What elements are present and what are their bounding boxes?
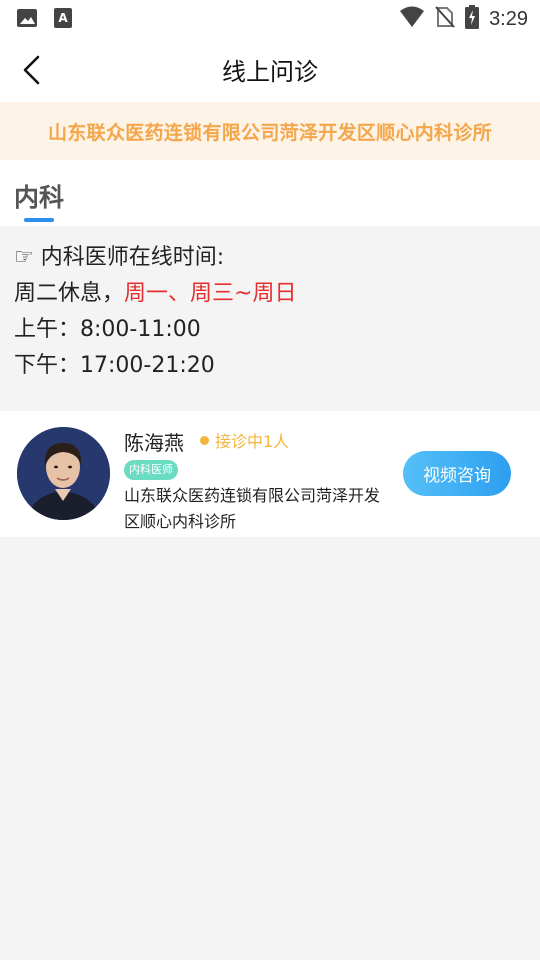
schedule-rest-line: 周二休息，周一、周三~周日 xyxy=(14,276,524,312)
doctor-organization: 山东联众医药连锁有限公司菏泽开发区顺心内科诊所 xyxy=(124,486,381,531)
morning-hours: 上午：8:00-11:00 xyxy=(14,317,201,342)
department-tabs: 内科 xyxy=(0,160,540,226)
doctor-title-badge: 内科医师 xyxy=(124,460,178,480)
schedule-notice: ☞ 内科医师在线时间: 周二休息，周一、周三~周日 上午：8:00-11:00 … xyxy=(14,240,524,384)
no-sim-icon xyxy=(435,6,455,32)
pointing-hand-icon: ☞ xyxy=(14,245,34,270)
wifi-icon xyxy=(399,6,425,32)
status-bar-left: A xyxy=(16,8,74,28)
status-bar-right: 3:29 xyxy=(399,5,528,33)
page-title: 线上问诊 xyxy=(222,58,318,86)
header: 线上问诊 xyxy=(0,36,540,102)
doctor-name: 陈海燕 xyxy=(124,431,184,455)
clinic-banner: 山东联众医药连锁有限公司菏泽开发区顺心内科诊所 xyxy=(0,102,540,160)
font-icon: A xyxy=(52,8,74,28)
consult-status: 接诊中1人 xyxy=(200,428,289,452)
doctor-avatar xyxy=(17,427,110,520)
rest-day: 周二休息， xyxy=(14,281,125,306)
video-consult-button[interactable]: 视频咨询 xyxy=(403,451,511,496)
afternoon-hours: 下午：17:00-21:20 xyxy=(14,353,215,378)
status-bar: A 3:29 xyxy=(0,0,540,36)
tab-label: 内科 xyxy=(14,183,65,212)
status-time: 3:29 xyxy=(489,7,528,30)
schedule-heading-text: 内科医师在线时间: xyxy=(40,245,225,270)
doctor-card[interactable]: 陈海燕 接诊中1人 内科医师 山东联众医药连锁有限公司菏泽开发区顺心内科诊所 视… xyxy=(0,411,540,537)
status-dot-icon xyxy=(200,435,209,445)
image-icon xyxy=(16,8,38,28)
tab-internal-medicine[interactable]: 内科 xyxy=(14,178,65,222)
open-days: 周一、周三~周日 xyxy=(124,281,297,306)
clinic-name: 山东联众医药连锁有限公司菏泽开发区顺心内科诊所 xyxy=(48,121,492,144)
schedule-heading: ☞ 内科医师在线时间: xyxy=(14,240,524,276)
tab-active-indicator xyxy=(24,218,54,222)
status-text: 接诊中1人 xyxy=(215,432,290,451)
svg-text:A: A xyxy=(58,11,68,25)
battery-charging-icon xyxy=(465,5,480,33)
